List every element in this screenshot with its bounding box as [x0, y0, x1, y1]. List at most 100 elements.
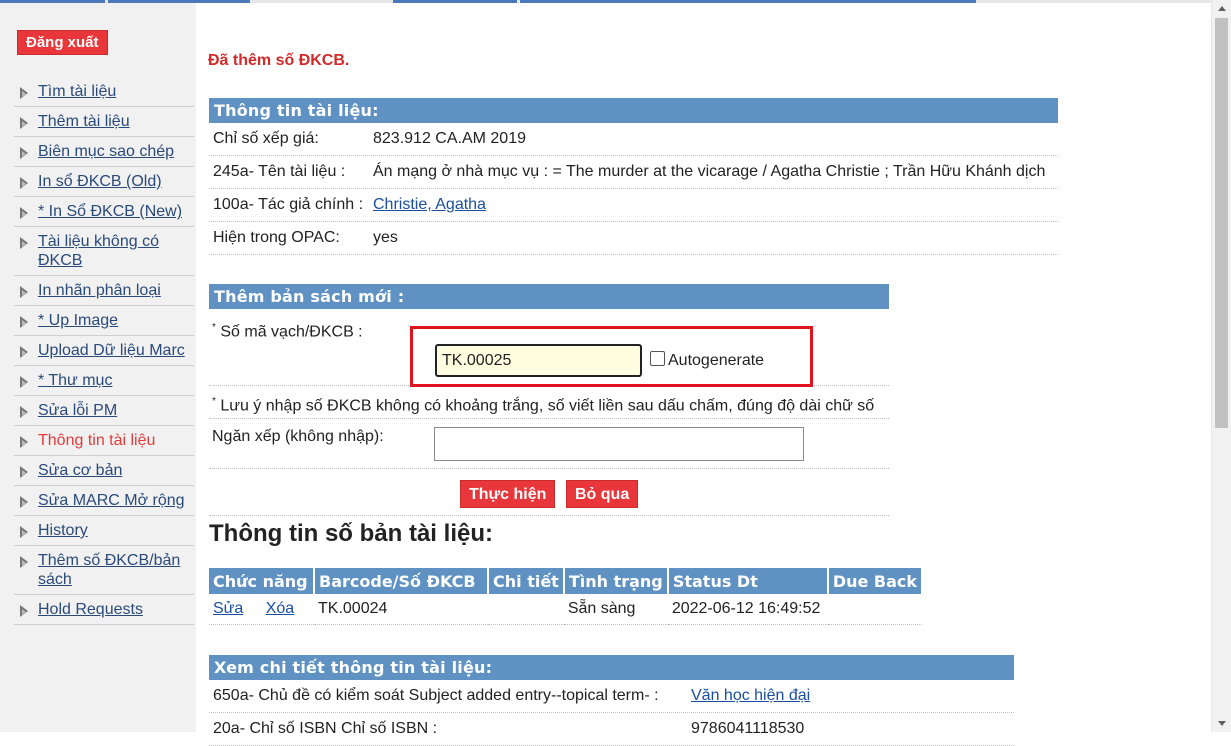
- bullet-arrow-icon: [20, 556, 28, 568]
- bullet-arrow-icon: [20, 286, 28, 298]
- bullet-arrow-icon: [20, 526, 28, 538]
- barcode-input[interactable]: [435, 344, 642, 377]
- bullet-arrow-icon: [20, 406, 28, 418]
- sidebar-item-label[interactable]: Biên mục sao chép: [38, 143, 174, 160]
- bullet-arrow-icon: [20, 346, 28, 358]
- bullet-arrow-icon: [20, 117, 28, 129]
- detail-header: Xem chi tiết thông tin tài liệu:: [209, 655, 1014, 680]
- add-copy-panel: Thêm bản sách mới : * Số mã vạch/ĐKCB : …: [209, 284, 889, 516]
- sidebar-item-up-image[interactable]: * Up Image: [14, 306, 194, 336]
- opac-row: Hiện trong OPAC: yes: [209, 222, 1058, 255]
- success-message: Đã thêm số ĐKCB.: [208, 52, 350, 69]
- shelf-input[interactable]: [434, 427, 804, 461]
- sidebar-item-sua-marc-mo-rong[interactable]: Sửa MARC Mở rộng: [14, 486, 194, 516]
- sidebar-item-sua-loi-pm[interactable]: Sửa lỗi PM: [14, 396, 194, 426]
- sidebar-item-in-so-dkcb-old[interactable]: In sổ ĐKCB (Old): [14, 167, 194, 197]
- sidebar-item-label[interactable]: Tài liệu không có ĐKCB: [38, 233, 159, 269]
- add-copy-header: Thêm bản sách mới :: [209, 284, 889, 309]
- status-cell: Sẵn sàng: [563, 594, 668, 625]
- sidebar-menu: Tìm tài liệu Thêm tài liệu Biên mục sao …: [14, 77, 194, 625]
- action-buttons: Thực hiện Bỏ qua: [209, 469, 889, 516]
- sidebar-item-label[interactable]: Sửa cơ bản: [38, 462, 122, 479]
- scroll-up-icon[interactable]: [1218, 6, 1226, 11]
- title-label: 245a- Tên tài liệu :: [213, 163, 346, 180]
- bullet-arrow-icon: [20, 376, 28, 388]
- function-cell: Sửa Xóa: [209, 594, 314, 625]
- sidebar-item-label[interactable]: Thêm số ĐKCB/bản sách: [38, 552, 180, 588]
- author-row: 100a- Tác giả chính : Christie, Agatha: [209, 189, 1058, 222]
- autogenerate-label: Autogenerate: [668, 352, 765, 369]
- sidebar-item-label[interactable]: Sửa MARC Mở rộng: [38, 492, 185, 509]
- col-barcode: Barcode/Số ĐKCB: [314, 568, 489, 594]
- sidebar-item-thong-tin-tai-lieu[interactable]: Thông tin tài liệu: [14, 426, 194, 456]
- author-link[interactable]: Christie, Agatha: [373, 196, 486, 213]
- sidebar-item-thu-muc[interactable]: * Thư mục: [14, 366, 194, 396]
- sidebar-item-label[interactable]: In sổ ĐKCB (Old): [38, 173, 162, 190]
- sidebar-item-label[interactable]: Thông tin tài liệu: [38, 432, 155, 449]
- barcode-label: * Số mã vạch/ĐKCB :: [212, 322, 363, 341]
- submit-button[interactable]: Thực hiện: [460, 480, 556, 508]
- shelf-label: Ngăn xếp (không nhập):: [212, 428, 384, 445]
- sidebar-item-label[interactable]: Sửa lỗi PM: [38, 402, 117, 419]
- shelf-row: Ngăn xếp (không nhập):: [209, 419, 889, 469]
- detail-row: 20a- Chỉ số ISBN Chỉ số ISBN : 978604111…: [209, 713, 1014, 746]
- col-status: Tình trạng: [563, 568, 669, 594]
- sidebar-item-label[interactable]: * In Sổ ĐKCB (New): [38, 203, 182, 220]
- table-row: Sửa Xóa TK.00024 Sẵn sàng 2022-06-12 16:…: [209, 594, 923, 625]
- scroll-down-icon[interactable]: [1218, 721, 1226, 726]
- detail-panel: Xem chi tiết thông tin tài liệu: 650a- C…: [209, 655, 1014, 746]
- sidebar-item-history[interactable]: History: [14, 516, 194, 546]
- barcode-cell: TK.00024: [314, 594, 488, 625]
- sidebar-item-in-nhan-phan-loai[interactable]: In nhãn phân loại: [14, 276, 194, 306]
- document-info-panel: Thông tin tài liệu: Chỉ số xếp giá: 823.…: [209, 98, 1058, 255]
- detail-label: 20a- Chỉ số ISBN Chỉ số ISBN :: [213, 720, 438, 737]
- sidebar: Đăng xuất Tìm tài liệu Thêm tài liệu Biê…: [0, 3, 196, 732]
- sidebar-item-label[interactable]: Thêm tài liệu: [38, 113, 130, 130]
- sidebar-item-label[interactable]: In nhãn phân loại: [38, 282, 161, 299]
- sidebar-item-tai-lieu-khong-co-dkcb[interactable]: Tài liệu không có ĐKCB: [14, 227, 194, 276]
- detail-row: 650a- Chủ đề có kiểm soát Subject added …: [209, 680, 1014, 713]
- document-info-header: Thông tin tài liệu:: [209, 98, 1058, 123]
- bullet-arrow-icon: [20, 237, 28, 249]
- col-status-dt: Status Dt: [667, 568, 829, 594]
- bullet-arrow-icon: [20, 177, 28, 189]
- sidebar-item-label[interactable]: Tìm tài liệu: [38, 83, 116, 100]
- bullet-arrow-icon: [20, 207, 28, 219]
- sidebar-item-upload-marc[interactable]: Upload Dữ liệu Marc: [14, 336, 194, 366]
- bullet-arrow-icon: [20, 87, 28, 99]
- bullet-arrow-icon: [20, 147, 28, 159]
- call-number-label: Chỉ số xếp giá:: [213, 130, 319, 147]
- sidebar-item-label[interactable]: Hold Requests: [38, 601, 143, 618]
- sidebar-item-label[interactable]: Upload Dữ liệu Marc: [38, 342, 185, 359]
- sidebar-item-tim-tai-lieu[interactable]: Tìm tài liệu: [14, 77, 194, 107]
- barcode-row: * Số mã vạch/ĐKCB : Autogenerate: [209, 309, 889, 387]
- subject-link[interactable]: Văn học hiện đại: [691, 687, 810, 705]
- autogenerate-option[interactable]: Autogenerate: [650, 351, 764, 370]
- copies-header-row: Chức năng Barcode/Số ĐKCB Chi tiết Tình …: [209, 568, 924, 594]
- title-row: 245a- Tên tài liệu : Án mạng ở nhà mục v…: [209, 156, 1058, 189]
- call-number-row: Chỉ số xếp giá: 823.912 CA.AM 2019: [209, 123, 1058, 156]
- sidebar-item-label[interactable]: History: [38, 522, 88, 539]
- main-content: Đã thêm số ĐKCB. Thông tin tài liệu: Chỉ…: [196, 3, 1212, 746]
- opac-label: Hiện trong OPAC:: [213, 229, 340, 246]
- skip-button[interactable]: Bỏ qua: [566, 480, 639, 508]
- bullet-arrow-icon: [20, 605, 28, 617]
- delete-link[interactable]: Xóa: [266, 600, 294, 617]
- autogenerate-checkbox[interactable]: [650, 351, 665, 366]
- detail-value: 9786041118530: [691, 720, 805, 737]
- sidebar-item-in-so-dkcb-new[interactable]: * In Sổ ĐKCB (New): [14, 197, 194, 227]
- col-detail: Chi tiết: [488, 568, 565, 594]
- sidebar-item-label[interactable]: * Up Image: [38, 312, 118, 329]
- sidebar-item-hold-requests[interactable]: Hold Requests: [14, 595, 194, 625]
- sidebar-item-label[interactable]: * Thư mục: [38, 372, 112, 389]
- sidebar-item-bien-muc-sao-chep[interactable]: Biên mục sao chép: [14, 137, 194, 167]
- opac-value: yes: [373, 229, 398, 246]
- bullet-arrow-icon: [20, 316, 28, 328]
- sidebar-item-them-tai-lieu[interactable]: Thêm tài liệu: [14, 107, 194, 137]
- logout-button[interactable]: Đăng xuất: [17, 30, 108, 55]
- vertical-scrollbar[interactable]: [1211, 0, 1231, 732]
- edit-link[interactable]: Sửa: [213, 600, 243, 617]
- sidebar-item-them-so-dkcb[interactable]: Thêm số ĐKCB/bản sách: [14, 546, 194, 595]
- sidebar-item-sua-co-ban[interactable]: Sửa cơ bản: [14, 456, 194, 486]
- scrollbar-thumb[interactable]: [1215, 18, 1228, 428]
